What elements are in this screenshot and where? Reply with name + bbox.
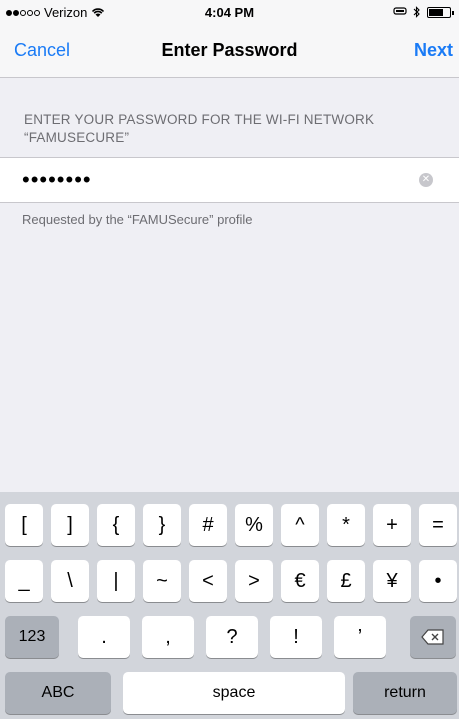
space-key[interactable]: space: [123, 672, 345, 714]
key[interactable]: ]: [51, 504, 89, 546]
keyboard: [ ] { } # % ^ * + = _ \ | ~ < > € £ ¥ • …: [0, 492, 459, 719]
bluetooth-icon: [413, 6, 420, 18]
section-header: ENTER YOUR PASSWORD FOR THE WI-FI NETWOR…: [24, 112, 375, 145]
key[interactable]: €: [281, 560, 319, 602]
key[interactable]: ~: [143, 560, 181, 602]
status-time: 4:04 PM: [204, 5, 255, 20]
key[interactable]: +: [373, 504, 411, 546]
key[interactable]: %: [235, 504, 273, 546]
key[interactable]: [: [5, 504, 43, 546]
key[interactable]: {: [97, 504, 135, 546]
key[interactable]: |: [97, 560, 135, 602]
abc-key[interactable]: ABC: [5, 672, 111, 714]
key[interactable]: .: [78, 616, 130, 658]
key[interactable]: \: [51, 560, 89, 602]
next-button[interactable]: Next: [414, 40, 453, 61]
key[interactable]: ?: [206, 616, 258, 658]
navigation-bar: Cancel Enter Password Next: [0, 26, 459, 78]
clear-text-icon[interactable]: ✕: [419, 173, 433, 187]
status-right: [393, 6, 454, 18]
key[interactable]: _: [5, 560, 43, 602]
key[interactable]: ^: [281, 504, 319, 546]
backspace-icon: [421, 629, 444, 645]
return-key[interactable]: return: [353, 672, 457, 714]
numbers-key[interactable]: 123: [5, 616, 59, 658]
key[interactable]: =: [419, 504, 457, 546]
key[interactable]: £: [327, 560, 365, 602]
key[interactable]: ,: [142, 616, 194, 658]
delete-key[interactable]: [410, 616, 456, 658]
status-bar: Verizon 4:04 PM: [0, 0, 459, 26]
key[interactable]: #: [189, 504, 227, 546]
key[interactable]: >: [235, 560, 273, 602]
password-field[interactable]: •••••••• ✕: [0, 157, 459, 203]
battery-icon: [427, 6, 454, 18]
key[interactable]: •: [419, 560, 457, 602]
page-title: Enter Password: [161, 40, 298, 60]
key[interactable]: <: [189, 560, 227, 602]
key[interactable]: }: [143, 504, 181, 546]
key[interactable]: ’: [334, 616, 386, 658]
key[interactable]: ¥: [373, 560, 411, 602]
password-value[interactable]: ••••••••: [22, 167, 92, 193]
key[interactable]: !: [270, 616, 322, 658]
key[interactable]: *: [327, 504, 365, 546]
profile-note: Requested by the “FAMUSecure” profile: [22, 212, 253, 227]
tty-icon: [393, 7, 407, 15]
